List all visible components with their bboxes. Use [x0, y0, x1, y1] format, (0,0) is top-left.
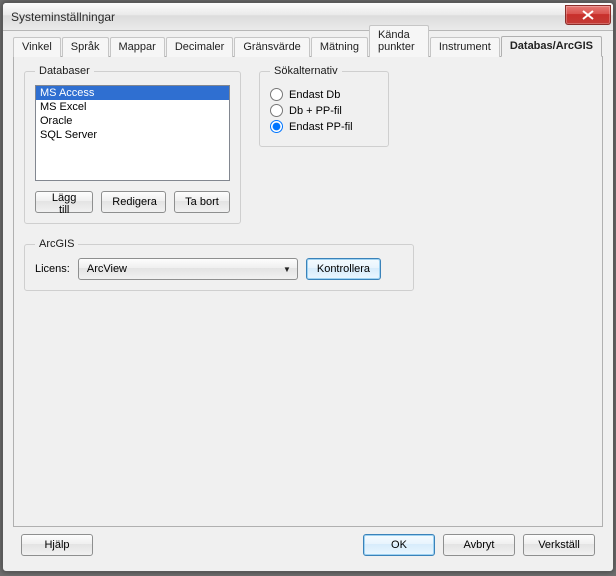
- tab-label: Instrument: [439, 41, 491, 53]
- tab-label: Mätning: [320, 41, 359, 53]
- cancel-button[interactable]: Avbryt: [443, 534, 515, 556]
- tab-label: Språk: [71, 41, 100, 53]
- radio-label: Endast PP-fil: [289, 121, 353, 133]
- list-item[interactable]: SQL Server: [36, 128, 229, 142]
- list-item-label: Oracle: [40, 115, 72, 127]
- arcgis-group: ArcGIS Licens: ArcView ▼ Kontrollera: [24, 238, 414, 291]
- list-item[interactable]: Oracle: [36, 114, 229, 128]
- tab-label: Vinkel: [22, 41, 52, 53]
- add-button[interactable]: Lägg till: [35, 191, 93, 213]
- close-button[interactable]: [565, 5, 611, 25]
- sokalternativ-legend: Sökalternativ: [270, 65, 342, 77]
- tab-label: Decimaler: [175, 41, 225, 53]
- radio-endast-db[interactable]: Endast Db: [270, 88, 378, 101]
- databaser-group: Databaser MS Access MS Excel Oracle SQL …: [24, 65, 241, 224]
- dialog-window: Systeminställningar Vinkel Språk Mappar …: [2, 2, 614, 572]
- radio-input[interactable]: [270, 104, 283, 117]
- sokalternativ-group: Sökalternativ Endast Db Db + PP-fil Enda…: [259, 65, 389, 147]
- tab-vinkel[interactable]: Vinkel: [13, 37, 61, 57]
- tab-label: Mappar: [119, 41, 156, 53]
- tab-label: Gränsvärde: [243, 41, 300, 53]
- tab-databas-arcgis[interactable]: Databas/ArcGIS: [501, 36, 602, 57]
- tab-decimaler[interactable]: Decimaler: [166, 37, 234, 57]
- tab-kanda-punkter[interactable]: Kända punkter: [369, 25, 429, 57]
- edit-button[interactable]: Redigera: [101, 191, 166, 213]
- list-item-label: MS Excel: [40, 101, 86, 113]
- help-button[interactable]: Hjälp: [21, 534, 93, 556]
- radio-label: Db + PP-fil: [289, 105, 342, 117]
- dialog-body: Vinkel Språk Mappar Decimaler Gränsvärde…: [3, 31, 613, 571]
- licens-value: ArcView: [87, 263, 127, 275]
- remove-button[interactable]: Ta bort: [174, 191, 230, 213]
- tab-matning[interactable]: Mätning: [311, 37, 368, 57]
- titlebar: Systeminställningar: [3, 3, 613, 31]
- radio-input[interactable]: [270, 120, 283, 133]
- tab-mappar[interactable]: Mappar: [110, 37, 165, 57]
- apply-button[interactable]: Verkställ: [523, 534, 595, 556]
- licens-combo[interactable]: ArcView ▼: [78, 258, 298, 280]
- list-item-label: MS Access: [40, 87, 94, 99]
- tab-label: Kända punkter: [378, 29, 415, 53]
- tab-gransvarde[interactable]: Gränsvärde: [234, 37, 309, 57]
- radio-label: Endast Db: [289, 89, 340, 101]
- licens-label: Licens:: [35, 263, 70, 275]
- ok-button[interactable]: OK: [363, 534, 435, 556]
- arcgis-legend: ArcGIS: [35, 238, 78, 250]
- radio-endast-ppfil[interactable]: Endast PP-fil: [270, 120, 378, 133]
- chevron-down-icon: ▼: [283, 265, 291, 274]
- tab-instrument[interactable]: Instrument: [430, 37, 500, 57]
- tab-label: Databas/ArcGIS: [510, 40, 593, 52]
- tab-sprak[interactable]: Språk: [62, 37, 109, 57]
- list-item[interactable]: MS Excel: [36, 100, 229, 114]
- list-item-label: SQL Server: [40, 129, 97, 141]
- list-item[interactable]: MS Access: [36, 86, 229, 100]
- tabstrip: Vinkel Språk Mappar Decimaler Gränsvärde…: [13, 35, 603, 57]
- dialog-footer: Hjälp OK Avbryt Verkställ: [11, 527, 605, 563]
- window-title: Systeminställningar: [11, 10, 565, 24]
- radio-input[interactable]: [270, 88, 283, 101]
- databaser-legend: Databaser: [35, 65, 94, 77]
- radio-db-ppfil[interactable]: Db + PP-fil: [270, 104, 378, 117]
- kontrollera-button[interactable]: Kontrollera: [306, 258, 381, 280]
- tab-content: Databaser MS Access MS Excel Oracle SQL …: [13, 57, 603, 527]
- close-icon: [582, 10, 594, 20]
- databaser-listbox[interactable]: MS Access MS Excel Oracle SQL Server: [35, 85, 230, 181]
